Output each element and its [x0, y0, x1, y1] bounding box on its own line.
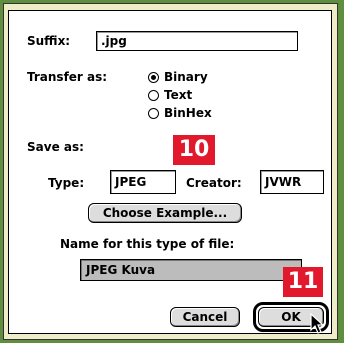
- creator-label: Creator:: [186, 176, 242, 190]
- choose-example-button[interactable]: Choose Example...: [88, 203, 242, 223]
- step-10-badge: 10: [173, 135, 215, 165]
- radio-button[interactable]: [148, 107, 159, 119]
- radio-binary-label: Binary: [164, 70, 208, 84]
- radio-button[interactable]: [148, 89, 159, 101]
- suffix-input[interactable]: .jpg: [96, 31, 298, 51]
- transfer-as-label: Transfer as:: [27, 70, 108, 84]
- radio-binary[interactable]: Binary: [148, 70, 208, 84]
- type-label: Type:: [48, 176, 85, 190]
- mouse-pointer-icon: [310, 313, 325, 334]
- suffix-label: Suffix:: [27, 34, 71, 48]
- radio-text[interactable]: Text: [148, 88, 192, 102]
- type-input[interactable]: JPEG: [110, 170, 176, 194]
- radio-button-selected[interactable]: [148, 71, 159, 83]
- radio-binhex-label: BinHex: [164, 106, 212, 120]
- radio-text-label: Text: [164, 88, 193, 102]
- step-11-badge: 11: [283, 267, 323, 297]
- save-as-label: Save as:: [27, 140, 84, 154]
- cancel-button[interactable]: Cancel: [170, 307, 240, 327]
- creator-input[interactable]: JVWR: [260, 170, 324, 194]
- name-label: Name for this type of file:: [60, 237, 235, 251]
- file-type-name-field[interactable]: JPEG Kuva: [80, 259, 302, 281]
- radio-binhex[interactable]: BinHex: [148, 106, 212, 120]
